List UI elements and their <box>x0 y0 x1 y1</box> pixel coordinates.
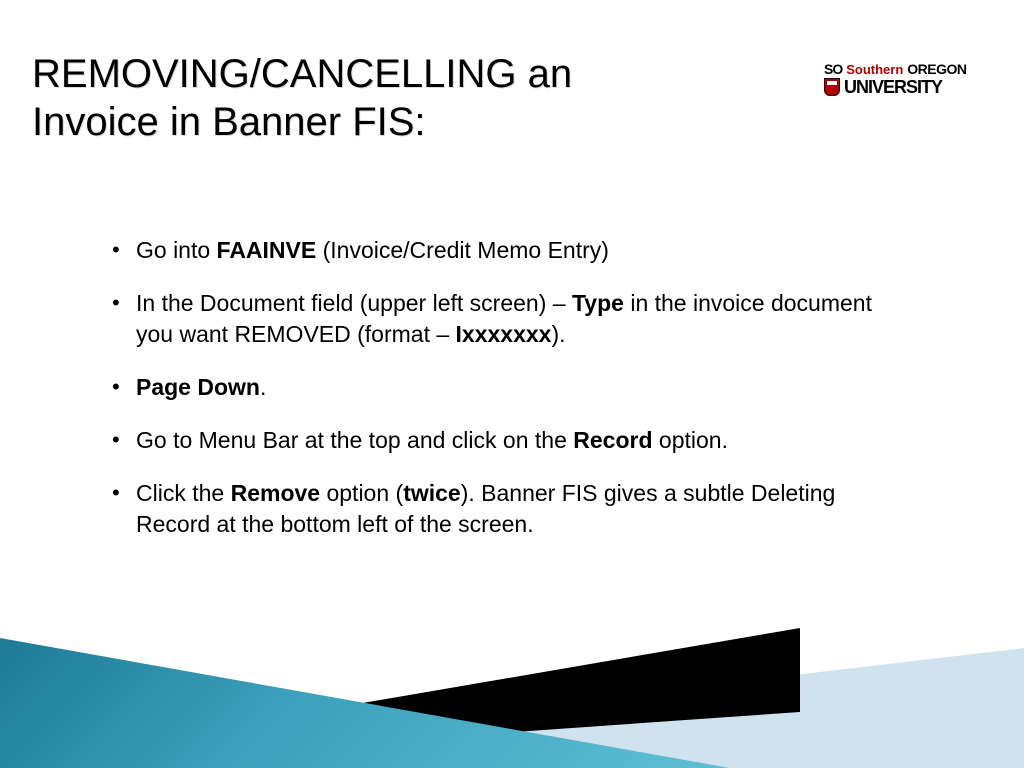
bold-text: FAAINVE <box>217 237 317 263</box>
list-item: Page Down. <box>110 372 910 403</box>
shield-icon <box>824 78 840 96</box>
logo-southern-text: Southern <box>846 63 903 76</box>
logo-top-line: SO Southern OREGON <box>824 62 994 76</box>
slide: REMOVING/CANCELLING an Invoice in Banner… <box>0 0 1024 768</box>
body-text: In the Document field (upper left screen… <box>136 290 572 316</box>
logo-bottom-line: UNIVERSITY <box>824 78 994 96</box>
body-text: Go into <box>136 237 217 263</box>
body-text: option ( <box>320 480 403 506</box>
slide-title: REMOVING/CANCELLING an Invoice in Banner… <box>32 50 652 146</box>
bullet-list: Go into FAAINVE (Invoice/Credit Memo Ent… <box>110 235 910 562</box>
bold-text: Record <box>573 427 652 453</box>
list-item: In the Document field (upper left screen… <box>110 288 910 350</box>
bold-text: Remove <box>231 480 320 506</box>
list-item: Go into FAAINVE (Invoice/Credit Memo Ent… <box>110 235 910 266</box>
body-text: Click the <box>136 480 231 506</box>
university-logo: SO Southern OREGON UNIVERSITY <box>824 62 994 96</box>
bold-text: Ixxxxxxx <box>456 321 552 347</box>
bold-text: Page Down <box>136 374 260 400</box>
logo-university-text: UNIVERSITY <box>844 78 942 96</box>
logo-oregon-text: OREGON <box>907 62 966 76</box>
bold-text: Type <box>572 290 624 316</box>
body-text: option. <box>653 427 728 453</box>
list-item: Click the Remove option (twice). Banner … <box>110 478 910 540</box>
bold-text: twice <box>403 480 461 506</box>
body-text: ). <box>551 321 565 347</box>
body-text: (Invoice/Credit Memo Entry) <box>316 237 609 263</box>
body-text: . <box>260 374 266 400</box>
logo-so-text: SO <box>824 62 842 76</box>
body-text: Go to Menu Bar at the top and click on t… <box>136 427 573 453</box>
list-item: Go to Menu Bar at the top and click on t… <box>110 425 910 456</box>
